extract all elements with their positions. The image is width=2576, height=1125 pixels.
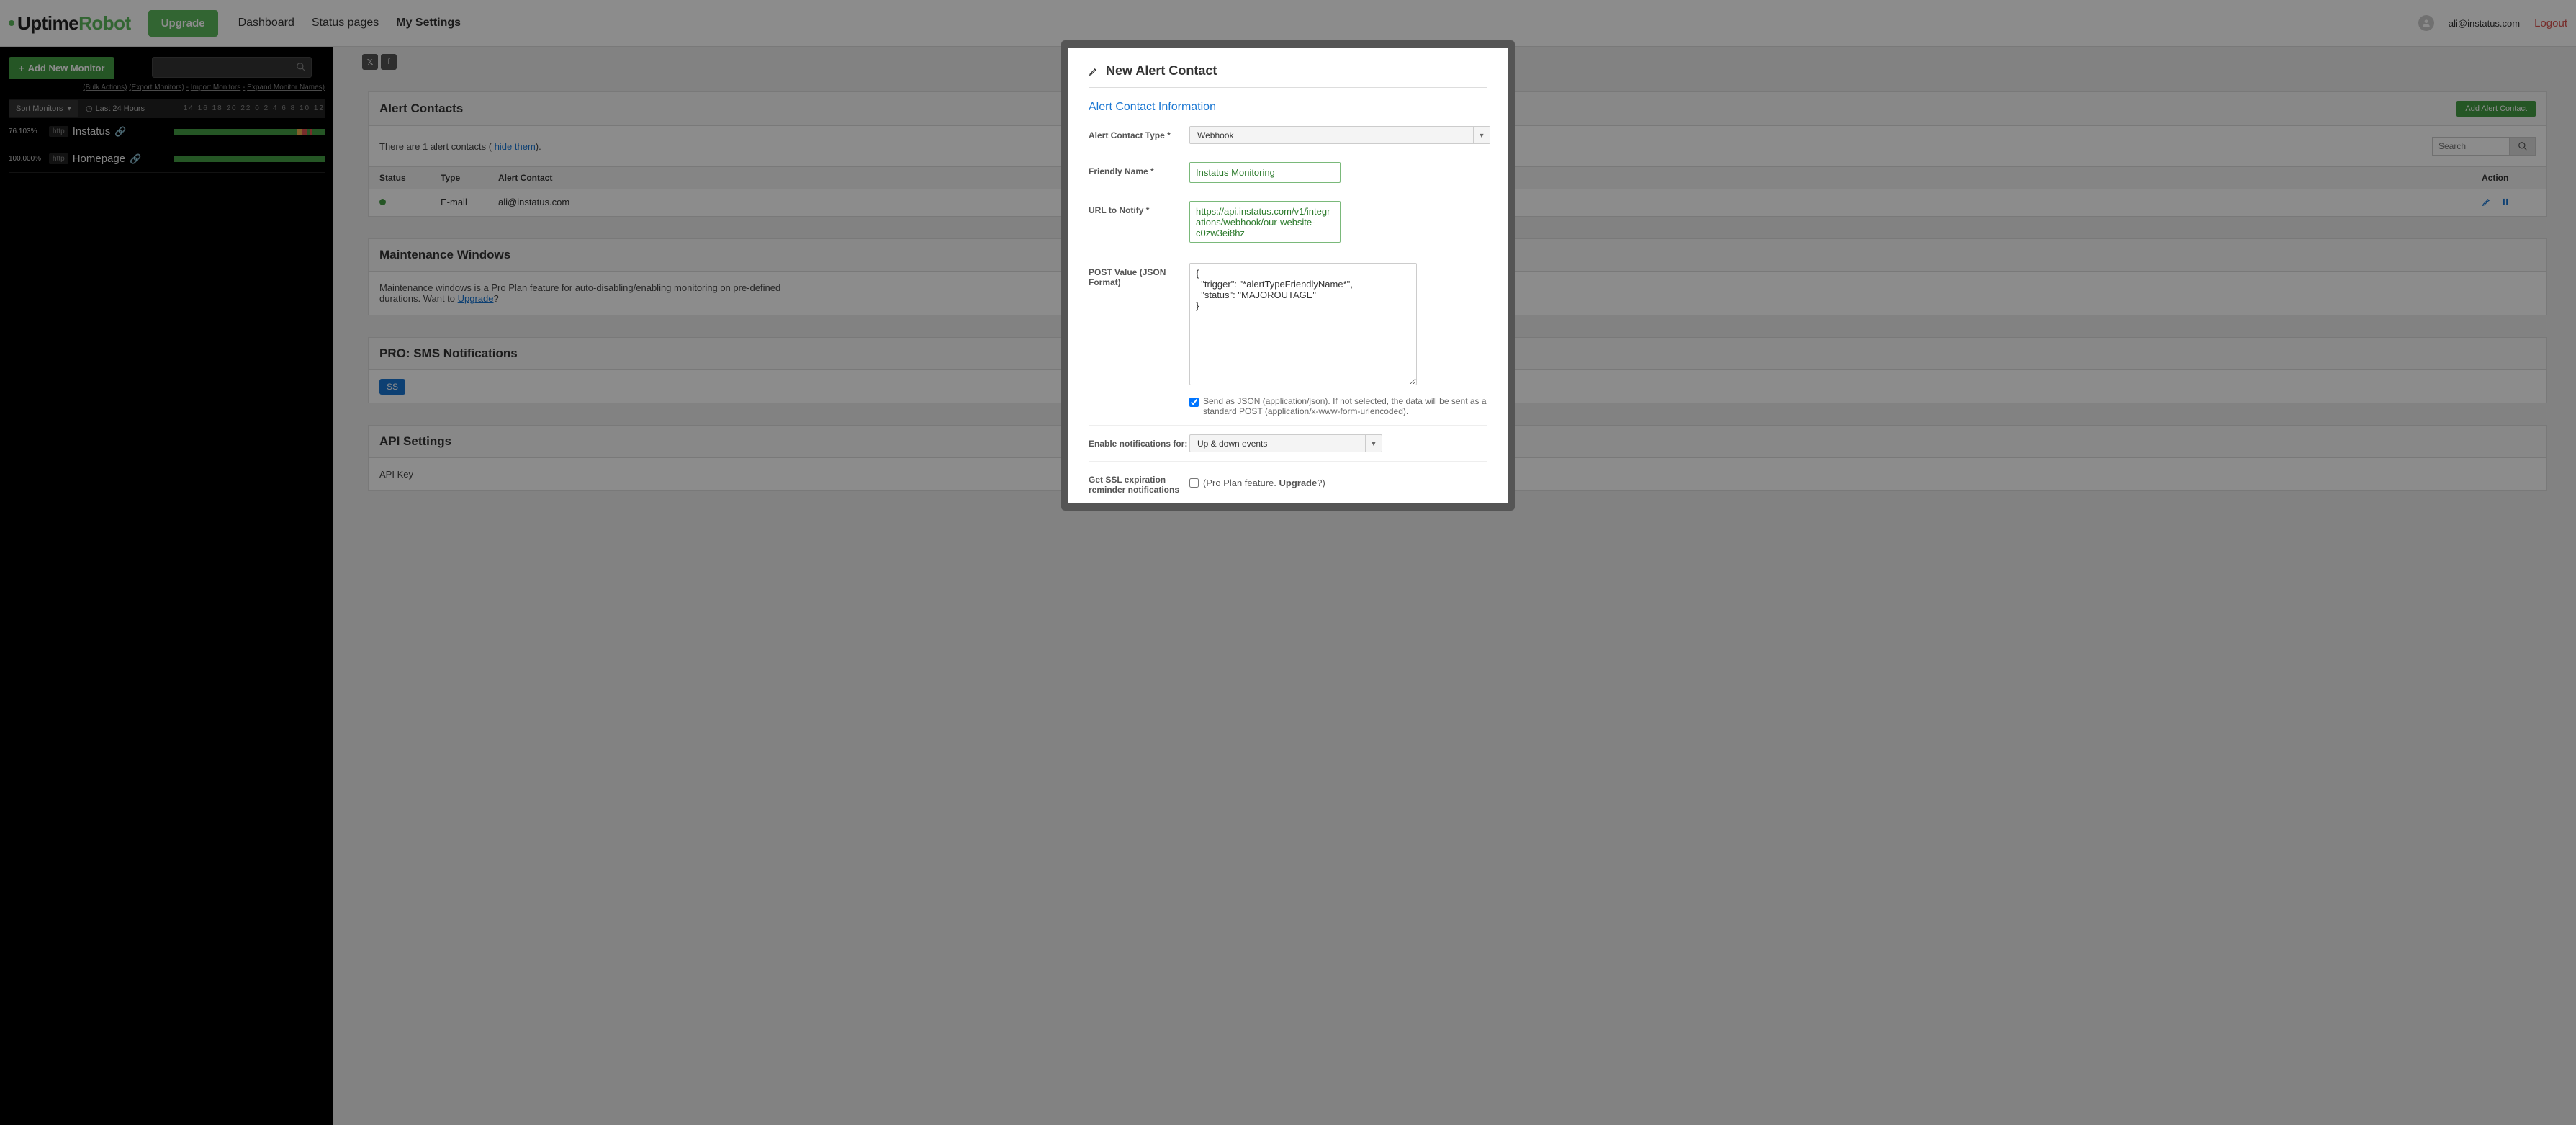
json-hint: Send as JSON (application/json). If not … xyxy=(1203,396,1487,416)
edit-icon xyxy=(1089,66,1099,76)
upgrade-link[interactable]: Upgrade xyxy=(1279,478,1318,488)
enable-notifications-select[interactable]: Up & down events xyxy=(1189,434,1382,452)
new-alert-contact-modal: New Alert Contact Alert Contact Informat… xyxy=(1061,40,1515,511)
label-ssl: Get SSL expiration reminder notification… xyxy=(1089,470,1189,495)
post-value-input[interactable] xyxy=(1189,263,1417,385)
label-post: POST Value (JSON Format) xyxy=(1089,263,1189,416)
label-friendly: Friendly Name * xyxy=(1089,162,1189,183)
friendly-name-input[interactable] xyxy=(1189,162,1341,183)
label-url: URL to Notify * xyxy=(1089,201,1189,245)
modal-overlay[interactable]: New Alert Contact Alert Contact Informat… xyxy=(0,0,2576,1125)
label-type: Alert Contact Type * xyxy=(1089,126,1189,144)
modal-title-text: New Alert Contact xyxy=(1106,63,1217,79)
ssl-reminder-checkbox[interactable] xyxy=(1189,478,1199,488)
send-as-json-checkbox[interactable] xyxy=(1189,398,1199,407)
label-enable-for: Enable notifications for: xyxy=(1089,434,1189,452)
pro-plan-note: (Pro Plan feature. Upgrade?) xyxy=(1203,478,1325,488)
modal-section-title: Alert Contact Information xyxy=(1089,101,1487,114)
url-to-notify-input[interactable] xyxy=(1189,201,1341,243)
alert-contact-type-select[interactable]: Webhook xyxy=(1189,126,1490,144)
